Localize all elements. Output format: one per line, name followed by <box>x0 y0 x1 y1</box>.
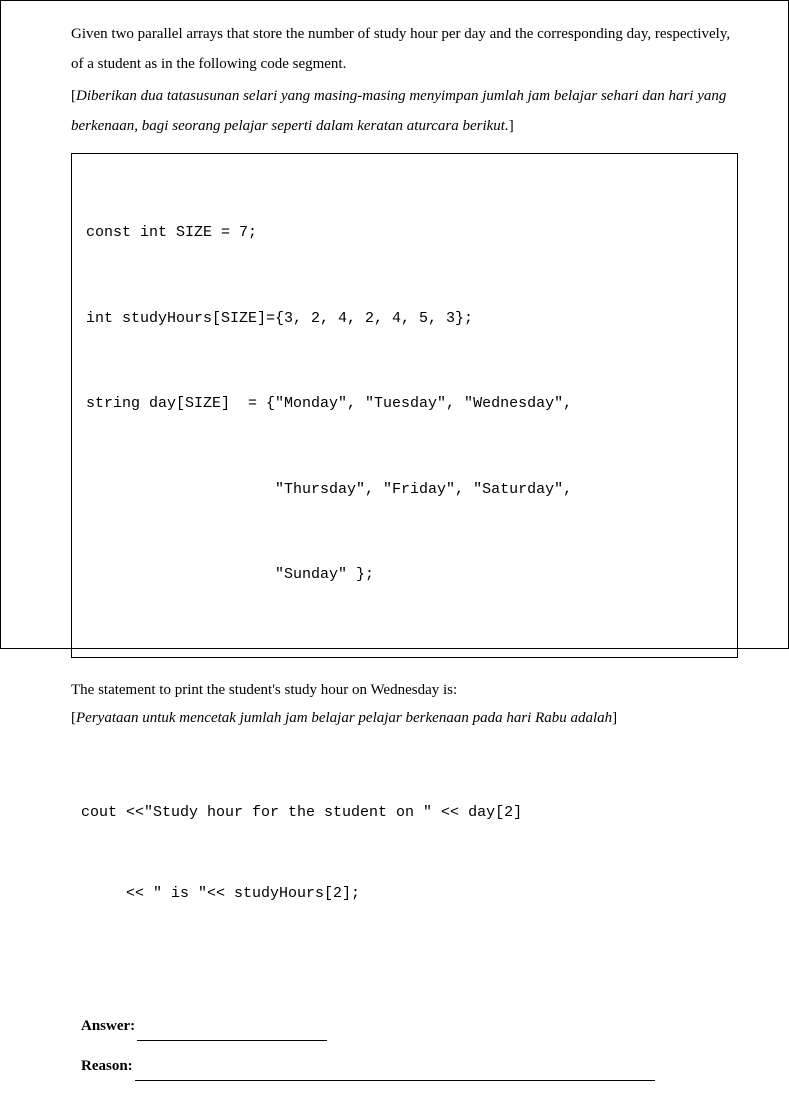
statement-text-ms: Peryataan untuk mencetak jumlah jam bela… <box>76 710 612 726</box>
intro-text-en: Given two parallel arrays that store the… <box>71 26 730 72</box>
code-line-5: "Sunday" }; <box>86 561 723 590</box>
code-inline-line-1: cout <<"Study hour for the student on " … <box>81 799 738 826</box>
answer-label: Answer: <box>81 1011 135 1041</box>
code-inline-line-2: << " is "<< studyHours[2]; <box>81 880 738 907</box>
code-line-4: "Thursday", "Friday", "Saturday", <box>86 476 723 505</box>
reason-row: Reason: <box>81 1051 738 1081</box>
code-segment-box: const int SIZE = 7; int studyHours[SIZE]… <box>71 153 738 658</box>
statement-text-en: The statement to print the student's stu… <box>71 682 457 698</box>
code-inline-block: cout <<"Study hour for the student on " … <box>81 745 738 961</box>
statement-paragraph-en: The statement to print the student's stu… <box>71 676 738 705</box>
reason-blank-line[interactable] <box>135 1064 655 1081</box>
code-line-1: const int SIZE = 7; <box>86 219 723 248</box>
reason-label: Reason: <box>81 1051 133 1081</box>
code-line-3: string day[SIZE] = {"Monday", "Tuesday",… <box>86 390 723 419</box>
bracket-close: ] <box>509 118 514 134</box>
intro-paragraph-en: Given two parallel arrays that store the… <box>71 19 738 79</box>
intro-paragraph-ms: [Diberikan dua tatasusunan selari yang m… <box>71 81 738 141</box>
statement-paragraph-ms: [Peryataan untuk mencetak jumlah jam bel… <box>71 704 738 733</box>
answer-section: Answer: Reason: <box>81 1011 738 1081</box>
answer-blank-line[interactable] <box>137 1024 327 1041</box>
bracket-close-2: ] <box>612 710 617 726</box>
answer-row: Answer: <box>81 1011 738 1041</box>
code-line-2: int studyHours[SIZE]={3, 2, 4, 2, 4, 5, … <box>86 305 723 334</box>
document-page: Given two parallel arrays that store the… <box>1 1 788 1101</box>
intro-text-ms: Diberikan dua tatasusunan selari yang ma… <box>71 88 726 134</box>
